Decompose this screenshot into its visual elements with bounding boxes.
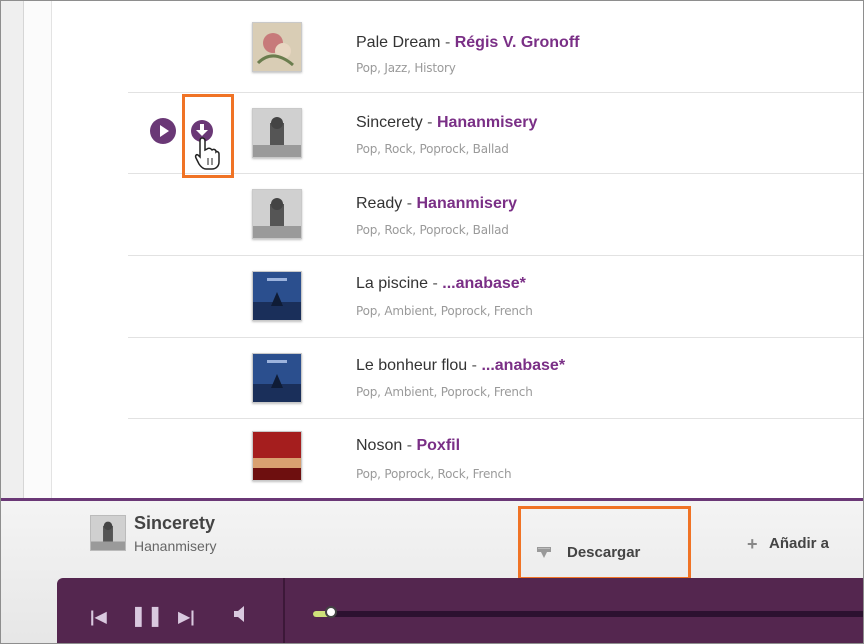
- hand-pointer-icon: [194, 137, 220, 170]
- highlight-download-button: [518, 506, 691, 580]
- separator: -: [432, 275, 438, 292]
- play-icon[interactable]: [150, 118, 176, 144]
- artist-link[interactable]: ...anabase*: [442, 275, 526, 292]
- track-title[interactable]: Sincerety - Hananmisery: [356, 114, 537, 132]
- album-cover: [252, 431, 302, 481]
- separator: -: [444, 34, 451, 51]
- volume-icon[interactable]: [233, 604, 251, 624]
- track-row[interactable]: Ready - Hananmisery Pop, Rock, Poprock, …: [128, 174, 863, 256]
- artist-link[interactable]: Hananmisery: [416, 195, 517, 212]
- artist-link[interactable]: Hananmisery: [437, 114, 538, 131]
- song-name[interactable]: Pale Dream: [356, 34, 440, 51]
- track-row[interactable]: Sincerety - Hananmisery Pop, Rock, Popro…: [128, 93, 863, 174]
- previous-icon[interactable]: |◀: [90, 607, 107, 627]
- track-tags: Pop, Ambient, Poprock, French: [356, 304, 533, 318]
- artist-link[interactable]: ...anabase*: [481, 357, 565, 374]
- song-name[interactable]: Ready: [356, 195, 402, 212]
- album-cover: [252, 108, 302, 158]
- player-bar: Sincerety Hananmisery Descargar + Añadir…: [1, 498, 863, 643]
- separator: -: [406, 195, 413, 212]
- track-title[interactable]: La piscine - ...anabase*: [356, 275, 526, 293]
- add-to-button[interactable]: Añadir a: [769, 535, 829, 552]
- playback-controls: |◀ ❚❚ ▶|: [57, 578, 863, 643]
- song-name[interactable]: Sincerety: [356, 114, 423, 131]
- artist-link[interactable]: Régis V. Gronoff: [455, 34, 580, 51]
- track-title[interactable]: Noson - Poxfil: [356, 437, 460, 455]
- track-title[interactable]: Le bonheur flou - ...anabase*: [356, 357, 565, 375]
- track-tags: Pop, Rock, Poprock, Ballad: [356, 223, 509, 237]
- now-playing-title: Sincerety: [134, 513, 216, 533]
- song-name[interactable]: Noson: [356, 437, 402, 454]
- track-tags: Pop, Poprock, Rock, French: [356, 467, 512, 481]
- app-window: Pale Dream - Régis V. Gronoff Pop, Jazz,…: [0, 0, 864, 644]
- separator: -: [471, 357, 477, 374]
- track-tags: Pop, Ambient, Poprock, French: [356, 385, 533, 399]
- track-row[interactable]: Pale Dream - Régis V. Gronoff Pop, Jazz,…: [128, 1, 863, 93]
- song-name[interactable]: La piscine: [356, 275, 428, 292]
- next-icon[interactable]: ▶|: [178, 607, 195, 627]
- now-playing-cover: [90, 515, 126, 551]
- track-title[interactable]: Pale Dream - Régis V. Gronoff: [356, 34, 579, 52]
- progress-bar[interactable]: [313, 606, 863, 618]
- track-row[interactable]: La piscine - ...anabase* Pop, Ambient, P…: [128, 256, 863, 338]
- list-gutter: [24, 1, 52, 498]
- album-cover: [252, 189, 302, 239]
- left-gutter: [1, 1, 24, 498]
- progress-knob[interactable]: [325, 606, 337, 618]
- controls-divider: [283, 578, 285, 643]
- album-cover: [252, 22, 302, 72]
- separator: -: [406, 437, 413, 454]
- separator: -: [427, 114, 433, 131]
- song-name[interactable]: Le bonheur flou: [356, 357, 467, 374]
- track-row[interactable]: Noson - Poxfil Pop, Poprock, Rock, Frenc…: [128, 419, 863, 498]
- track-tags: Pop, Rock, Poprock, Ballad: [356, 142, 509, 156]
- artist-link[interactable]: Poxfil: [416, 437, 460, 454]
- track-list: Pale Dream - Régis V. Gronoff Pop, Jazz,…: [128, 1, 863, 498]
- track-tags: Pop, Jazz, History: [356, 61, 456, 75]
- pause-icon[interactable]: ❚❚: [130, 603, 164, 628]
- album-cover: [252, 271, 302, 321]
- track-row[interactable]: Le bonheur flou - ...anabase* Pop, Ambie…: [128, 338, 863, 419]
- track-title[interactable]: Ready - Hananmisery: [356, 195, 517, 213]
- album-cover: [252, 353, 302, 403]
- plus-icon: +: [747, 534, 758, 554]
- now-playing-artist[interactable]: Hananmisery: [134, 538, 216, 554]
